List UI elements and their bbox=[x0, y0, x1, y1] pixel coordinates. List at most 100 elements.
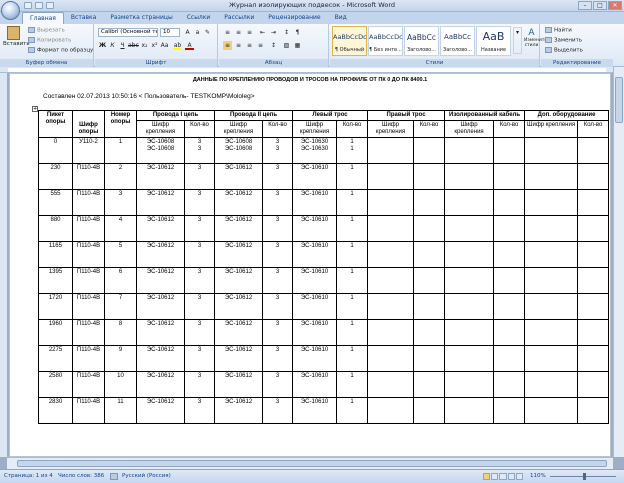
cell-lq: 1 bbox=[336, 319, 369, 346]
styles-label: Стили bbox=[330, 59, 539, 67]
cell-cipher: П110-4В bbox=[72, 189, 105, 216]
maximize-icon[interactable]: □ bbox=[593, 1, 607, 10]
cell-picket: 1720 bbox=[38, 293, 73, 320]
line-spacing-icon[interactable]: ↕ bbox=[269, 41, 278, 50]
replace-button[interactable]: Заменить bbox=[545, 37, 582, 44]
clear-format-icon[interactable]: ✎ bbox=[203, 28, 212, 37]
subheader-mount: Шифр крепления bbox=[292, 120, 338, 138]
print-layout-icon[interactable] bbox=[483, 473, 491, 480]
vertical-ruler[interactable] bbox=[0, 73, 7, 457]
zoom-slider-thumb[interactable] bbox=[583, 473, 586, 480]
select-button[interactable]: Выделить bbox=[545, 47, 583, 54]
table-row: 2580 П110-4В 10 ЭС-10612 3 ЭС-10612 3 ЭС-10610 1 bbox=[38, 371, 610, 398]
tab-insert[interactable]: Вставка bbox=[64, 12, 103, 24]
close-icon[interactable]: ✕ bbox=[608, 1, 622, 10]
cell-w1m: ЭС-10612 bbox=[136, 267, 185, 294]
style-heading-2[interactable]: AaBbCc Заголово... bbox=[440, 26, 475, 56]
cell-empty bbox=[413, 397, 446, 424]
reading-layout-icon[interactable] bbox=[491, 473, 499, 480]
align-center-icon[interactable]: ≡ bbox=[234, 41, 243, 50]
tab-home[interactable]: Главная bbox=[22, 12, 64, 24]
font-color-icon[interactable]: A bbox=[185, 41, 194, 50]
shading-icon[interactable]: ▨ bbox=[282, 41, 291, 50]
subheader-qty: Кол-во bbox=[183, 120, 216, 138]
align-left-icon[interactable]: ≡ bbox=[223, 41, 232, 50]
cell-w1q: 3 bbox=[183, 345, 216, 372]
bold-icon[interactable]: Ж bbox=[98, 41, 107, 50]
style-normal[interactable]: AaBbCcDc ¶ Обычный bbox=[332, 26, 367, 56]
superscript-icon[interactable]: x² bbox=[150, 41, 159, 50]
multilevel-list-icon[interactable]: ≡ bbox=[245, 28, 254, 37]
cell-cipher: П110-4В bbox=[72, 319, 105, 346]
cell-empty bbox=[493, 137, 526, 164]
cell-empty bbox=[524, 137, 579, 164]
outline-icon[interactable] bbox=[507, 473, 515, 480]
document-page[interactable]: ДАННЫЕ ПО КРЕПЛЕНИЮ ПРОВОДОВ И ТРОСОВ НА… bbox=[9, 73, 611, 457]
underline-icon[interactable]: Ч bbox=[118, 41, 127, 50]
table-row: 880 П110-4В 4 ЭС-10612 3 ЭС-10612 3 ЭС-10610 1 bbox=[38, 215, 610, 242]
subscript-icon[interactable]: x₂ bbox=[140, 41, 149, 50]
cut-button[interactable]: Вырезать bbox=[28, 27, 65, 34]
hscroll-thumb[interactable] bbox=[17, 460, 607, 467]
numbering-icon[interactable]: ≡ bbox=[234, 28, 243, 37]
cell-w1q: 3 bbox=[183, 241, 216, 268]
highlight-icon[interactable]: ab bbox=[173, 41, 182, 50]
cell-empty bbox=[367, 371, 415, 398]
tab-view[interactable]: Вид bbox=[328, 12, 354, 24]
table-row: 1960 П110-4В 8 ЭС-10612 3 ЭС-10612 3 ЭС-10610 1 bbox=[38, 319, 610, 346]
style-title[interactable]: AaB Название bbox=[476, 26, 511, 56]
grow-font-icon[interactable]: A bbox=[183, 28, 192, 37]
justify-icon[interactable]: ≡ bbox=[256, 41, 265, 50]
page-count[interactable]: Страница: 1 из 4 bbox=[4, 473, 53, 479]
tab-review[interactable]: Рецензирование bbox=[261, 12, 327, 24]
zoom-level[interactable]: 110% bbox=[530, 473, 546, 479]
italic-icon[interactable]: К bbox=[108, 41, 117, 50]
horizontal-scrollbar[interactable] bbox=[7, 457, 613, 469]
table-row: 1395 П110-4В 6 ЭС-10612 3 ЭС-10612 3 ЭС-10610 1 bbox=[38, 267, 610, 294]
copy-icon bbox=[28, 37, 35, 43]
font-size-combo[interactable]: 10 bbox=[160, 28, 180, 37]
font-name-combo[interactable]: Calibri (Основной те bbox=[98, 28, 158, 37]
tab-page-layout[interactable]: Разметка страницы bbox=[103, 12, 179, 24]
cell-lq: 1 bbox=[336, 293, 369, 320]
cell-lq: 1 bbox=[336, 345, 369, 372]
language-indicator[interactable]: Русский (Россия) bbox=[122, 473, 171, 479]
office-button[interactable] bbox=[1, 1, 20, 20]
cell-lq: 1 bbox=[336, 397, 369, 424]
cell-cipher: П110-4В bbox=[72, 371, 105, 398]
borders-icon[interactable]: ▦ bbox=[293, 41, 302, 50]
tab-mailings[interactable]: Рассылки bbox=[217, 12, 261, 24]
word-count[interactable]: Число слов: 386 bbox=[58, 473, 104, 479]
format-painter-button[interactable]: Формат по образцу bbox=[28, 47, 93, 54]
increase-indent-icon[interactable]: ⇥ bbox=[269, 28, 278, 37]
find-button[interactable]: Найти bbox=[545, 27, 572, 34]
proofing-icon[interactable] bbox=[110, 473, 118, 480]
bullets-icon[interactable]: ≡ bbox=[223, 28, 232, 37]
align-right-icon[interactable]: ≡ bbox=[245, 41, 254, 50]
decrease-indent-icon[interactable]: ⇤ bbox=[258, 28, 267, 37]
tab-references[interactable]: Ссылки bbox=[180, 12, 218, 24]
minimize-icon[interactable]: – bbox=[578, 1, 592, 10]
cell-picket: 2580 bbox=[38, 371, 73, 398]
cell-empty bbox=[367, 189, 415, 216]
web-layout-icon[interactable] bbox=[499, 473, 507, 480]
copy-button[interactable]: Копировать bbox=[28, 37, 71, 44]
table-row: 2275 П110-4В 9 ЭС-10612 3 ЭС-10612 3 ЭС-10610 1 bbox=[38, 345, 610, 372]
header-wire1: Провода I цепь bbox=[135, 110, 216, 121]
styles-more-icon[interactable]: ▾ bbox=[513, 27, 522, 54]
style-no-spacing[interactable]: AaBbCcDc ¶ Без инте... bbox=[368, 26, 403, 56]
draft-icon[interactable] bbox=[515, 473, 524, 480]
sort-icon[interactable]: ↕ bbox=[282, 28, 291, 37]
cell-empty bbox=[493, 345, 526, 372]
strikethrough-icon[interactable]: abc bbox=[128, 41, 139, 50]
style-heading-1[interactable]: AaBbCc Заголово... bbox=[404, 26, 439, 56]
change-styles-button[interactable]: A Изменить стили bbox=[524, 28, 547, 48]
shrink-font-icon[interactable]: a bbox=[193, 28, 202, 37]
cell-w1m: ЭС-10612 bbox=[136, 371, 185, 398]
pilcrow-icon[interactable]: ¶ bbox=[293, 28, 302, 37]
scroll-thumb[interactable] bbox=[615, 77, 623, 123]
vertical-scrollbar[interactable] bbox=[613, 67, 624, 457]
cell-empty bbox=[444, 215, 495, 242]
change-case-icon[interactable]: Aa bbox=[160, 41, 169, 50]
paste-button[interactable]: Вставить bbox=[3, 26, 30, 50]
